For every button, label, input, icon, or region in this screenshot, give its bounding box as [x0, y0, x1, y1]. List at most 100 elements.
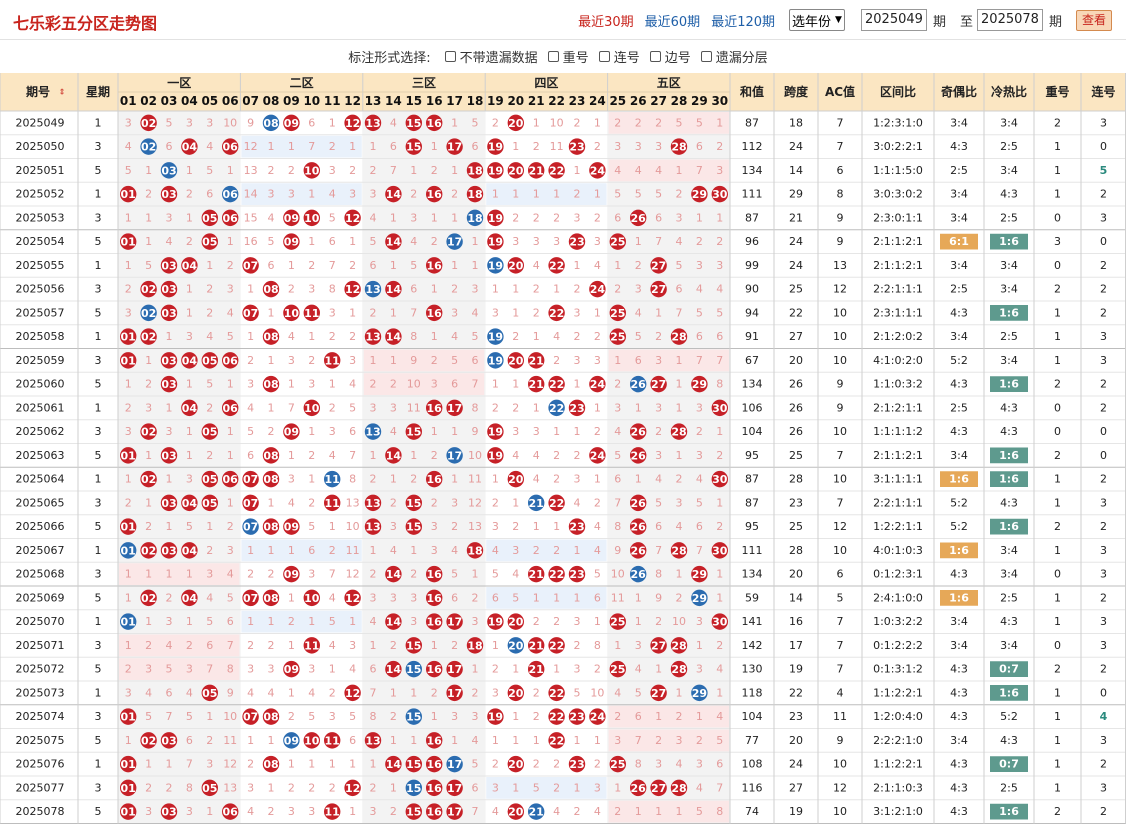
ball-number: 14	[386, 616, 402, 629]
period-cell: 2025068	[16, 568, 65, 581]
stat-cell: 26	[789, 425, 803, 438]
miss-count: 1	[186, 283, 193, 296]
miss-count: 6	[410, 283, 417, 296]
stat-cell: 2:1:2:0:2	[873, 330, 923, 343]
miss-count: 1	[145, 354, 152, 367]
period-60-link[interactable]: 最近60期	[645, 11, 701, 30]
miss-count: 3	[716, 164, 723, 177]
miss-count: 9	[614, 544, 621, 557]
ball-number: 11	[304, 639, 319, 652]
ball-number: 06	[223, 188, 239, 201]
checkbox-icon[interactable]	[598, 51, 610, 62]
sort-icon[interactable]: ⇕	[59, 88, 66, 97]
miss-count: 3	[696, 449, 703, 462]
miss-count: 8	[716, 805, 723, 818]
miss-count: 1	[512, 283, 519, 296]
ball-number: 10	[304, 734, 320, 747]
ball-number: 09	[284, 236, 299, 249]
miss-count: 1	[166, 568, 173, 581]
miss-count: 1	[227, 449, 234, 462]
zone-miss-band	[363, 349, 485, 372]
year-select[interactable]: 选年份 ▼	[789, 9, 845, 31]
miss-count: 5	[676, 259, 683, 272]
miss-count: 5	[635, 330, 642, 343]
ball-number: 03	[161, 806, 176, 819]
option-layer[interactable]: 遗漏分层	[700, 47, 768, 66]
miss-count: 3	[574, 211, 581, 224]
from-period-input[interactable]: 2025049	[860, 9, 927, 31]
option-no-miss[interactable]: 不带遗漏数据	[444, 47, 538, 66]
checkbox-icon[interactable]	[444, 51, 456, 62]
to-period-input[interactable]: 2025078	[976, 9, 1043, 31]
ball-number: 16	[427, 307, 443, 320]
ball-number: 25	[610, 663, 625, 676]
ball-number: 10	[304, 402, 320, 415]
stat-cell: 10	[833, 544, 847, 557]
ball-number: 20	[508, 758, 524, 771]
ball-number: 28	[671, 544, 686, 557]
stat-cell: 22	[789, 686, 803, 699]
miss-count: 1	[512, 306, 519, 319]
period-cell: 2025058	[16, 330, 65, 343]
option-edge[interactable]: 边号	[649, 47, 691, 66]
miss-count: 2	[594, 496, 601, 509]
miss-count: 6	[349, 734, 356, 747]
stat-cell: 7	[837, 449, 844, 462]
miss-count: 1	[512, 781, 519, 794]
ball-number: 13	[365, 426, 380, 439]
miss-count: 4	[390, 116, 397, 129]
miss-count: 4	[614, 686, 621, 699]
ball-number: 03	[161, 354, 176, 367]
miss-count: 5	[655, 496, 662, 509]
miss-count: 1	[186, 306, 193, 319]
view-button[interactable]: 查看	[1076, 9, 1112, 31]
stat-cell: 2:5	[950, 164, 968, 177]
ball-number: 15	[406, 663, 421, 676]
weekday-cell: 3	[95, 425, 102, 438]
checkbox-icon[interactable]	[649, 51, 661, 62]
miss-count: 7	[696, 544, 703, 557]
stat-cell: 9	[837, 401, 844, 414]
option-consecutive[interactable]: 连号	[598, 47, 640, 66]
period-cell: 2025069	[16, 591, 65, 604]
miss-count: 6	[349, 425, 356, 438]
ball-number: 14	[386, 236, 402, 249]
ball-number: 14	[386, 449, 402, 462]
ball-number: 22	[549, 164, 564, 177]
stat-header: 重号	[1045, 84, 1069, 99]
miss-count: 1	[186, 449, 193, 462]
miss-count: 1	[492, 378, 499, 391]
period-cell: 2025053	[16, 211, 65, 224]
stat-cell: 1	[1054, 591, 1061, 604]
checkbox-icon[interactable]	[700, 51, 712, 62]
miss-count: 5	[166, 116, 173, 129]
miss-count: 15	[244, 211, 258, 224]
ball-number: 05	[202, 497, 217, 510]
miss-count: 1	[553, 283, 560, 296]
period-30-link[interactable]: 最近30期	[578, 11, 634, 30]
checkbox-icon[interactable]	[547, 51, 559, 62]
ball-number: 02	[141, 734, 156, 747]
ball-number: 29	[692, 592, 707, 605]
miss-count: 2	[308, 781, 315, 794]
miss-count: 7	[349, 449, 356, 462]
period-120-link[interactable]: 最近120期	[711, 11, 775, 30]
miss-count: 10	[672, 615, 686, 628]
ball-number: 09	[284, 117, 299, 130]
miss-count: 5	[308, 710, 315, 723]
option-repeat[interactable]: 重号	[547, 47, 589, 66]
miss-count: 1	[676, 805, 683, 818]
number-header: 08	[263, 94, 280, 108]
miss-count: 2	[206, 544, 213, 557]
miss-count: 1	[614, 354, 621, 367]
miss-count: 1	[349, 758, 356, 771]
weekday-cell: 3	[95, 568, 102, 581]
ball-number: 18	[467, 212, 482, 225]
stat-cell: 5:2	[950, 496, 968, 509]
ball-number: 22	[549, 568, 564, 581]
miss-count: 1	[716, 211, 723, 224]
miss-count: 1	[186, 164, 193, 177]
weekday-cell: 1	[95, 686, 102, 699]
miss-count: 2	[614, 805, 621, 818]
miss-count: 3	[472, 615, 479, 628]
